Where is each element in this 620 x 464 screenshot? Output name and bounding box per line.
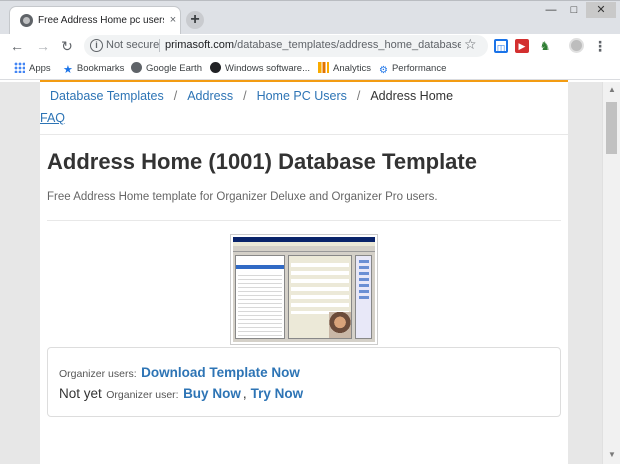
bookmark-label: Bookmarks: [76, 63, 125, 74]
template-preview-image[interactable]: [230, 234, 378, 345]
security-label[interactable]: Not secure: [106, 39, 159, 51]
tab-strip: Free Address Home pc users data × + — □ …: [0, 0, 620, 34]
link-separator: ,: [242, 386, 247, 401]
try-now-link[interactable]: Try Now: [251, 386, 304, 401]
breadcrumb-separator: /: [356, 89, 361, 103]
globe-icon: [131, 62, 142, 73]
scroll-up-icon[interactable]: ▲: [608, 85, 616, 94]
screenshot-list-rows: [238, 272, 282, 338]
divider: [40, 134, 568, 135]
screenshot-record-form: [288, 255, 352, 339]
performance-icon: ⚙: [379, 65, 388, 76]
page-lead: Free Address Home template for Organizer…: [47, 191, 438, 203]
menu-dots-icon[interactable]: ⋮: [593, 37, 607, 55]
screenshot-side-icons: [359, 260, 369, 300]
download-panel: Organizer users: Download Template Now N…: [47, 347, 561, 417]
window-border: [0, 0, 620, 1]
info-icon[interactable]: i: [90, 39, 103, 52]
extension-chess-icon[interactable]: ♞: [538, 39, 552, 53]
extension-tab-icon[interactable]: ◫: [494, 39, 508, 53]
download-line: Organizer users: Download Template Now: [59, 364, 300, 382]
tab-title: Free Address Home pc users data: [38, 15, 164, 26]
screenshot-selected-row: [236, 265, 284, 269]
breadcrumb-database-templates[interactable]: Database Templates: [50, 89, 164, 103]
vertical-scrollbar[interactable]: ▲ ▼: [602, 82, 620, 464]
bookmark-google-earth[interactable]: Google Earth: [131, 62, 202, 76]
screenshot-form-fields: [291, 259, 349, 314]
address-bar[interactable]: i Not secure primasoft.com/database_temp…: [84, 35, 488, 57]
bookmark-apps[interactable]: Apps: [14, 62, 51, 76]
bookmarks-bar: Apps ★ Bookmarks Google Earth Windows sof…: [0, 58, 620, 80]
screenshot-toolbar: [233, 246, 375, 252]
breadcrumb-home-pc-users[interactable]: Home PC Users: [257, 89, 347, 103]
page-content: Database Templates / Address / Home PC Users…: [40, 82, 568, 464]
breadcrumb-separator: /: [173, 89, 178, 103]
page-title: Address Home (1001) Database Template: [47, 149, 477, 174]
close-window-button[interactable]: ✕: [586, 2, 616, 18]
not-yet-label: Not yet: [59, 386, 102, 401]
bookmark-analytics[interactable]: Analytics: [318, 62, 371, 76]
browser-tab[interactable]: Free Address Home pc users data ×: [9, 6, 181, 34]
address-divider: [159, 39, 160, 52]
screenshot-record-list: [235, 255, 285, 339]
star-icon: ★: [63, 64, 73, 76]
globe-icon: [20, 14, 33, 27]
apps-grid-icon: [14, 62, 25, 73]
url-domain: primasoft.com: [165, 39, 235, 51]
purchase-line: Not yet Organizer user: Buy Now, Try Now: [59, 385, 303, 403]
url-text[interactable]: primasoft.com/database_templates/address…: [165, 39, 461, 51]
minimize-button[interactable]: —: [540, 2, 562, 18]
bookmark-label: Windows software...: [225, 63, 310, 74]
scroll-down-icon[interactable]: ▼: [608, 450, 616, 459]
reload-icon[interactable]: ↻: [58, 37, 76, 55]
bookmark-label: Google Earth: [146, 63, 202, 74]
download-template-link[interactable]: Download Template Now: [141, 365, 300, 380]
scrollbar-thumb[interactable]: [606, 102, 617, 154]
forward-arrow-icon[interactable]: →: [34, 37, 52, 55]
bookmark-windows-software[interactable]: Windows software...: [210, 62, 310, 76]
bookmark-label: Analytics: [333, 63, 372, 74]
close-tab-icon[interactable]: ×: [166, 13, 180, 27]
breadcrumb-current: Address Home: [370, 89, 454, 103]
faq-link[interactable]: FAQ: [40, 111, 65, 125]
browser-toolbar: ← → ↻ i Not secure primasoft.com/databas…: [0, 34, 620, 58]
analytics-bars-icon: [318, 62, 329, 73]
screenshot-contact-photo: [329, 312, 351, 338]
breadcrumb: Database Templates / Address / Home PC Users…: [50, 89, 453, 103]
profile-avatar-icon[interactable]: [569, 38, 584, 53]
breadcrumb-separator: /: [243, 89, 247, 103]
new-tab-button[interactable]: +: [186, 11, 204, 29]
buy-now-link[interactable]: Buy Now: [183, 386, 241, 401]
page-viewport: Database Templates / Address / Home PC Users…: [0, 82, 602, 464]
screenshot-side-panel: [355, 255, 372, 339]
url-path: /database_templates/address_home_databas…: [234, 39, 461, 51]
back-arrow-icon[interactable]: ←: [8, 37, 26, 55]
extension-play-icon[interactable]: ▶: [515, 39, 529, 53]
app-screenshot: [233, 237, 375, 342]
bookmark-label: Performance: [391, 63, 447, 74]
maximize-button[interactable]: □: [563, 2, 585, 18]
globe-icon: [210, 62, 221, 73]
bookmark-performance[interactable]: ⚙ Performance: [379, 62, 446, 76]
breadcrumb-address[interactable]: Address: [187, 89, 233, 103]
divider: [47, 220, 561, 221]
bookmark-star-icon[interactable]: ☆: [464, 36, 477, 53]
organizer-users-label: Organizer users:: [59, 368, 137, 380]
bookmark-label: Apps: [29, 63, 51, 74]
bookmark-bookmarks[interactable]: ★ Bookmarks: [63, 62, 124, 76]
organizer-user-label: Organizer user:: [106, 389, 179, 401]
